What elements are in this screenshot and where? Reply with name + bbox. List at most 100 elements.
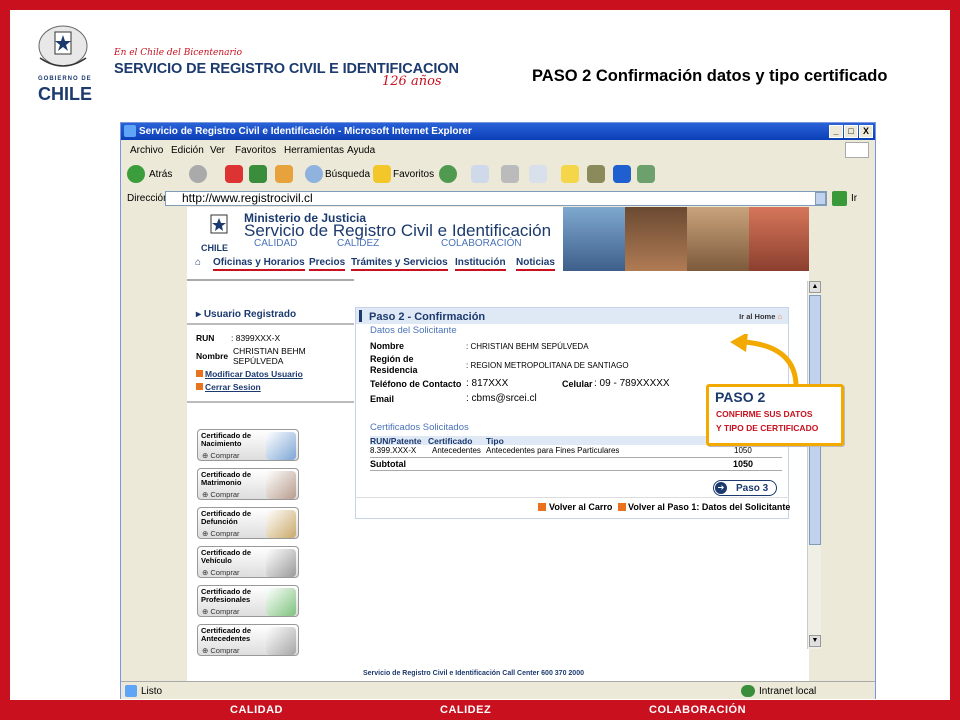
run-label: RUN (196, 333, 215, 343)
buy-label[interactable]: Comprar (210, 568, 239, 577)
window-title: Servicio de Registro Civil e Identificac… (139, 126, 472, 137)
certificate-card[interactable]: Certificado de Profesionales ⊕ Comprar (197, 585, 299, 617)
buy-link[interactable]: ⊕ Comprar (202, 646, 240, 655)
favorites-label[interactable]: Favoritos (393, 169, 434, 180)
go-arrow-icon[interactable] (832, 191, 847, 206)
certificate-pointer-icon (266, 627, 296, 655)
footer-bar: CALIDAD CALIDEZ COLABORACIÓN (0, 700, 960, 720)
back-arrow-icon[interactable] (127, 165, 145, 183)
back-to-cart-link[interactable]: Volver al Carro (549, 502, 612, 512)
logout-link[interactable]: Cerrar Sesion (205, 382, 261, 392)
discuss-icon[interactable] (561, 165, 579, 183)
mobile-value: : 09 - 789XXXXX (594, 378, 670, 389)
buy-link[interactable]: ⊕ Comprar (202, 451, 240, 460)
phone-value: : 817XXX (466, 378, 509, 389)
buy-label[interactable]: Comprar (210, 646, 239, 655)
history-icon[interactable] (439, 165, 457, 183)
vertical-scrollbar[interactable]: ▲ ▼ (807, 281, 821, 649)
buy-label[interactable]: Comprar (210, 490, 239, 499)
certificate-name: Certificado de Antecedentes (201, 627, 251, 643)
arrow-orange-icon (196, 370, 203, 377)
forward-arrow-icon[interactable] (189, 165, 207, 183)
nav-tramites[interactable]: Trámites y Servicios (351, 257, 448, 271)
buy-link[interactable]: ⊕ Comprar (202, 529, 240, 538)
applicant-section-title: Datos del Solicitante (370, 325, 457, 336)
certificate-pointer-icon (266, 432, 296, 460)
callout-arrow (730, 334, 799, 385)
web-page: CHILE Ministerio de Justicia Servicio de… (187, 207, 809, 685)
certificate-name-line2: Antecedentes (201, 634, 251, 643)
buy-link[interactable]: ⊕ Comprar (202, 607, 240, 616)
certificate-card[interactable]: Certificado de Antecedentes ⊕ Comprar (197, 624, 299, 656)
buy-label[interactable]: Comprar (210, 451, 239, 460)
nav-precios[interactable]: Precios (309, 257, 346, 271)
certificate-card[interactable]: Certificado de Nacimiento ⊕ Comprar (197, 429, 299, 461)
minimize-button[interactable]: _ (829, 125, 843, 138)
home-link-text[interactable]: Ir al Home (739, 312, 775, 321)
nav-noticias[interactable]: Noticias (516, 257, 555, 271)
sidebar-title-text: Usuario Registrado (203, 309, 297, 320)
scroll-down-arrow[interactable]: ▼ (809, 635, 821, 647)
next-step-label[interactable]: Paso 3 (736, 483, 768, 494)
panel-title: Paso 2 - Confirmación (369, 311, 486, 323)
edit-icon[interactable] (529, 165, 547, 183)
status-bar: Listo Intranet local (121, 681, 875, 699)
favorites-star-icon[interactable] (373, 165, 391, 183)
certificate-name: Certificado de Nacimiento (201, 432, 251, 448)
home-icon[interactable] (275, 165, 293, 183)
close-button[interactable]: X (859, 125, 873, 138)
certificate-card[interactable]: Certificado de Defunción ⊕ Comprar (197, 507, 299, 539)
menu-edicion[interactable]: Edición (171, 145, 204, 156)
stop-icon[interactable] (225, 165, 243, 183)
region-label-1: Región de (370, 354, 414, 364)
back-to-step1-link[interactable]: Volver al Paso 1: Datos del Solicitante (628, 502, 790, 512)
photo-office (687, 207, 749, 271)
row-type: Antecedentes para Fines Particulares (486, 446, 620, 455)
arrow-orange-icon (618, 503, 626, 511)
certificate-card[interactable]: Certificado de Matrimonio ⊕ Comprar (197, 468, 299, 500)
slide-title: PASO 2 Confirmación datos y tipo certifi… (532, 67, 888, 85)
nav-oficinas[interactable]: Oficinas y Horarios (213, 257, 305, 271)
menu-favoritos[interactable]: Favoritos (235, 145, 276, 156)
bluetooth-icon[interactable] (613, 165, 631, 183)
next-step-button[interactable]: ➔ Paso 3 (713, 480, 777, 496)
arrow-orange-icon (538, 503, 546, 511)
address-dropdown-arrow[interactable] (815, 192, 826, 205)
photo-woman (625, 207, 687, 271)
modify-user-link[interactable]: Modificar Datos Usuario (205, 369, 303, 379)
col-run: RUN/Patente (370, 436, 422, 446)
search-label[interactable]: Búsqueda (325, 169, 370, 180)
menu-ayuda[interactable]: Ayuda (347, 145, 375, 156)
callout-line1: CONFIRME SUS DATOS (716, 409, 813, 419)
subtotal-label: Subtotal (370, 459, 406, 469)
menu-herramientas[interactable]: Herramientas (284, 145, 344, 156)
refresh-icon[interactable] (249, 165, 267, 183)
status-zone: Intranet local (759, 686, 817, 697)
back-label[interactable]: Atrás (149, 169, 172, 180)
go-label[interactable]: Ir (851, 193, 857, 204)
ie-page-icon (125, 685, 137, 697)
mail-icon[interactable] (471, 165, 489, 183)
search-icon[interactable] (305, 165, 323, 183)
messenger-icon[interactable] (637, 165, 655, 183)
row-run: 8.399.XXX-X (370, 446, 417, 455)
address-input[interactable]: http://www.registrocivil.cl (165, 191, 827, 206)
site-footer: Servicio de Registro Civil e Identificac… (363, 670, 584, 677)
buy-link[interactable]: ⊕ Comprar (202, 490, 240, 499)
buy-label[interactable]: Comprar (210, 607, 239, 616)
scroll-up-arrow[interactable]: ▲ (809, 281, 821, 293)
nav-home-icon[interactable]: ⌂ (195, 257, 201, 269)
requested-section-title: Certificados Solicitados (370, 422, 469, 433)
certificate-card[interactable]: Certificado de Vehículo ⊕ Comprar (197, 546, 299, 578)
certificate-pointer-icon (266, 588, 296, 616)
buy-link[interactable]: ⊕ Comprar (202, 568, 240, 577)
research-icon[interactable] (587, 165, 605, 183)
menu-archivo[interactable]: Archivo (130, 145, 163, 156)
maximize-button[interactable]: □ (844, 125, 858, 138)
nav-institucion[interactable]: Institución (455, 257, 506, 271)
menu-ver[interactable]: Ver (210, 145, 225, 156)
certificate-pointer-icon (266, 510, 296, 538)
buy-label[interactable]: Comprar (210, 529, 239, 538)
print-icon[interactable] (501, 165, 519, 183)
home-link[interactable]: Ir al Home ⌂ (739, 312, 782, 321)
